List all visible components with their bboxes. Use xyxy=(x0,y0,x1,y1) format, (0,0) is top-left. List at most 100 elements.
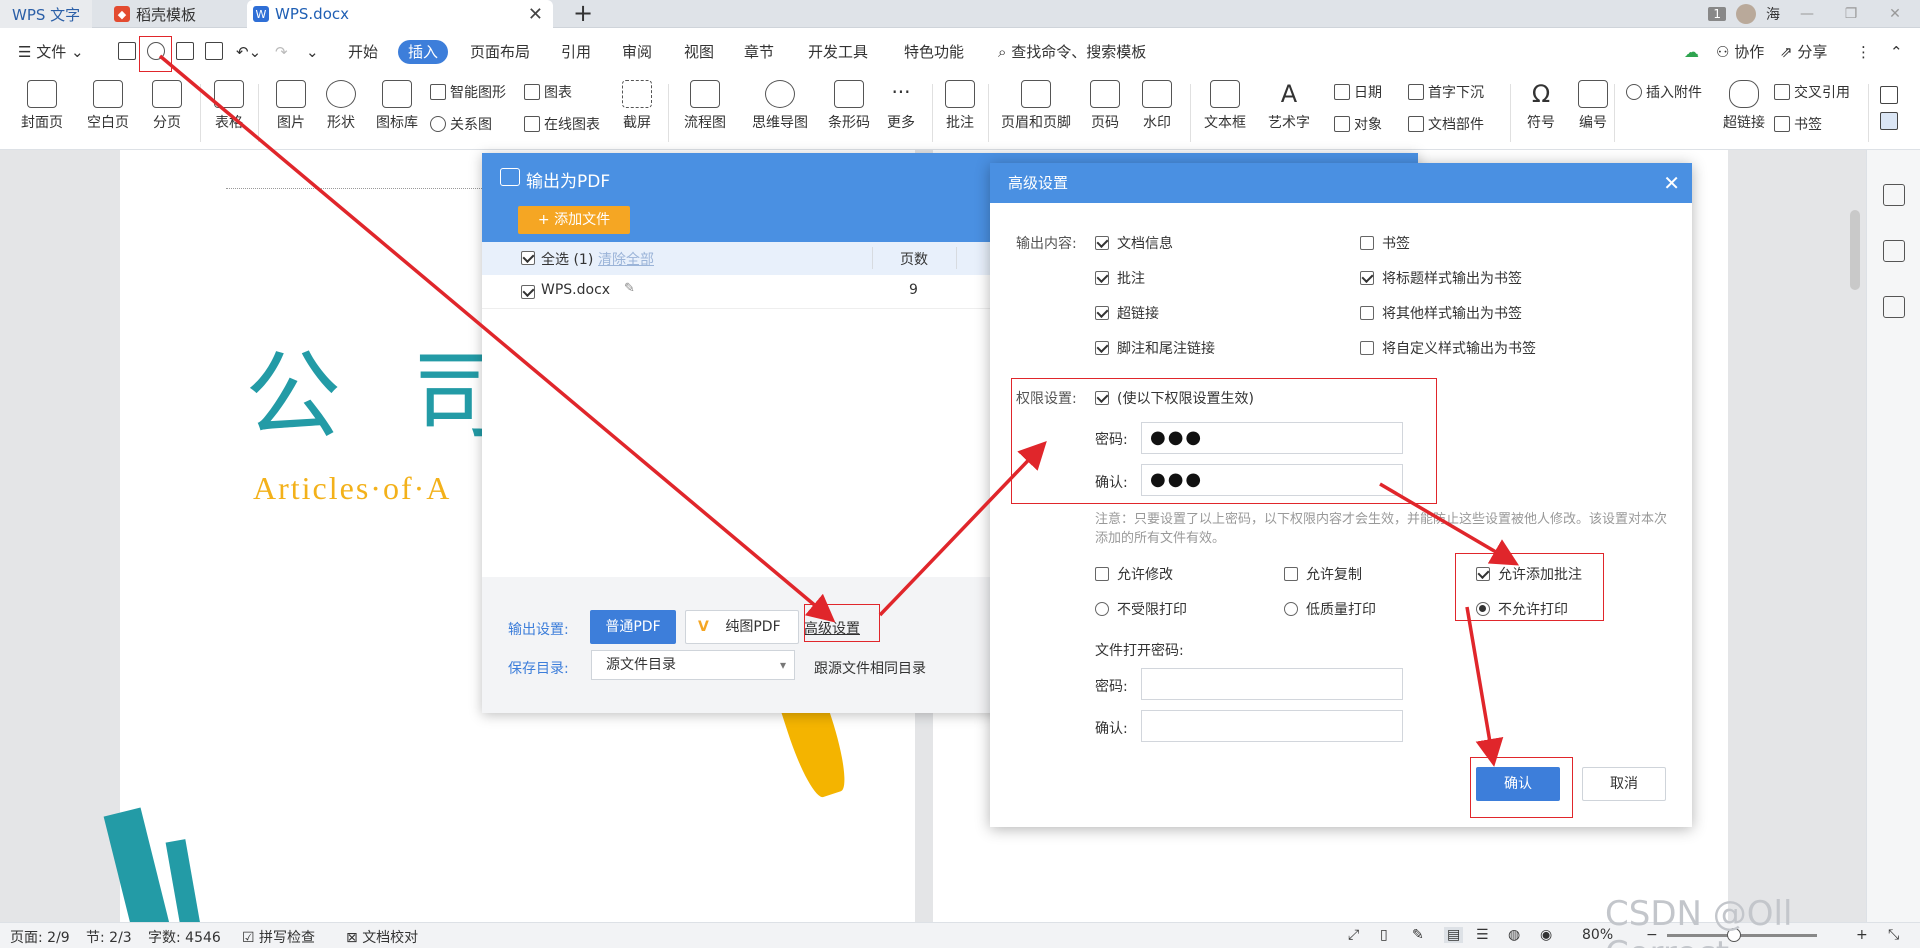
checkbox[interactable] xyxy=(1095,236,1109,250)
select-all-checkbox[interactable] xyxy=(521,251,535,265)
cross-reference-button[interactable]: 交叉引用 xyxy=(1774,82,1850,102)
page-break-button[interactable]: 分页 xyxy=(142,78,192,132)
checkbox[interactable] xyxy=(1360,236,1374,250)
tab-wps-writer[interactable]: WPS 文字 xyxy=(0,0,92,28)
header-footer-button[interactable]: 页眉和页脚 xyxy=(996,78,1076,132)
minimize-icon[interactable]: — xyxy=(1790,6,1824,22)
eye-protect-icon[interactable]: ◉ xyxy=(1540,927,1552,943)
settings-sliders-icon[interactable] xyxy=(1882,296,1905,318)
radio[interactable] xyxy=(1095,602,1109,616)
picture-button[interactable]: 图片 xyxy=(268,78,314,132)
print-unlimited-option[interactable]: 不受限打印 xyxy=(1095,599,1187,619)
more-icon[interactable]: ⋮ xyxy=(1856,40,1871,64)
outline-view-icon[interactable]: ☰ xyxy=(1476,927,1489,943)
tab-daoke-template[interactable]: ◆ 稻壳模板 xyxy=(108,0,233,28)
checkbox[interactable] xyxy=(1095,567,1109,581)
opt-bookmarks[interactable]: 书签 xyxy=(1360,233,1410,253)
table-button[interactable]: 表格 xyxy=(206,78,252,132)
online-chart-button[interactable]: 在线图表 xyxy=(524,114,600,134)
file-menu[interactable]: ☰ 文件 ⌄ xyxy=(18,40,84,64)
cancel-button[interactable]: 取消 xyxy=(1582,767,1666,801)
avatar[interactable] xyxy=(1736,4,1756,24)
smart-art-button[interactable]: 智能图形 xyxy=(430,82,506,102)
close-icon[interactable]: ✕ xyxy=(528,4,543,25)
edit-icon[interactable]: ✎ xyxy=(624,281,635,296)
clear-all-link[interactable]: 清除全部 xyxy=(598,249,654,269)
relation-chart-button[interactable]: 关系图 xyxy=(430,114,492,134)
print-low-quality-option[interactable]: 低质量打印 xyxy=(1284,599,1376,619)
close-icon[interactable]: ✕ xyxy=(1663,163,1680,203)
checkbox[interactable] xyxy=(1284,567,1298,581)
maximize-icon[interactable]: ❐ xyxy=(1834,6,1868,22)
checkbox[interactable] xyxy=(1095,306,1109,320)
share-button[interactable]: ⇗ 分享 xyxy=(1780,40,1827,64)
icon-library-button[interactable]: 图标库 xyxy=(370,78,424,132)
pen-icon[interactable] xyxy=(1882,184,1905,206)
drop-cap-button[interactable]: 首字下沉 xyxy=(1408,82,1484,102)
word-art-button[interactable]: A 艺术字 xyxy=(1260,78,1318,132)
more-button[interactable]: ··· 更多 xyxy=(878,78,924,132)
menu-start[interactable]: 开始 xyxy=(348,40,378,64)
status-page[interactable]: 页面: 2/9 xyxy=(10,927,70,947)
open-password-field[interactable] xyxy=(1141,668,1403,700)
menu-page-layout[interactable]: 页面布局 xyxy=(470,40,530,64)
numbering-button[interactable]: 编号 xyxy=(1570,78,1616,132)
save-icon[interactable] xyxy=(118,42,136,60)
screenshot-button[interactable]: 截屏 xyxy=(614,78,660,132)
document-subtitle[interactable]: Articles·of·A xyxy=(253,470,451,507)
web-view-icon[interactable]: ◍ xyxy=(1508,927,1520,943)
menu-dev-tools[interactable]: 开发工具 xyxy=(808,40,868,64)
symbol-button[interactable]: Ω 符号 xyxy=(1518,78,1564,132)
save-dir-select[interactable]: 源文件目录 xyxy=(591,650,795,680)
collapse-ribbon-icon[interactable]: ⌃ xyxy=(1890,40,1903,64)
spell-check-button[interactable]: ☑ 拼写检查 xyxy=(242,927,315,947)
notification-badge[interactable]: 1 xyxy=(1708,7,1726,21)
doc-proof-button[interactable]: ⊠ 文档校对 xyxy=(346,927,418,947)
shape-button[interactable]: 形状 xyxy=(318,78,364,132)
opt-custom-style-bookmarks[interactable]: 将自定义样式输出为书签 xyxy=(1360,338,1536,358)
watermark-button[interactable]: 水印 xyxy=(1134,78,1180,132)
flowchart-button[interactable]: 流程图 xyxy=(676,78,734,132)
checkbox[interactable] xyxy=(1095,271,1109,285)
page-view-icon[interactable]: ▤ xyxy=(1444,927,1464,943)
comment-button[interactable]: 批注 xyxy=(940,78,980,132)
status-word-count[interactable]: 字数: 4546 xyxy=(148,927,221,947)
open-confirm-field[interactable] xyxy=(1141,710,1403,742)
opt-doc-info[interactable]: 文档信息 xyxy=(1095,233,1173,253)
checkbox[interactable] xyxy=(1360,341,1374,355)
file-checkbox[interactable] xyxy=(521,285,535,299)
opt-heading-bookmarks[interactable]: 将标题样式输出为书签 xyxy=(1360,268,1522,288)
checkbox[interactable] xyxy=(1095,341,1109,355)
page-number-button[interactable]: 页码 xyxy=(1082,78,1128,132)
radio[interactable] xyxy=(1284,602,1298,616)
object-button[interactable]: 对象 xyxy=(1334,114,1382,134)
tab-wps-docx[interactable]: W WPS.docx ✕ xyxy=(247,0,553,28)
window-close-icon[interactable]: ✕ xyxy=(1878,6,1912,22)
opt-comments[interactable]: 批注 xyxy=(1095,268,1145,288)
bookmark-button[interactable]: 书签 xyxy=(1774,114,1822,134)
barcode-button[interactable]: 条形码 xyxy=(824,78,874,132)
command-search[interactable]: ⌕ 查找命令、搜索模板 xyxy=(998,40,1146,64)
doc-parts-button[interactable]: 文档部件 xyxy=(1408,114,1484,134)
pure-image-pdf-button[interactable]: V 纯图PDF xyxy=(685,610,799,644)
add-file-button[interactable]: + 添加文件 xyxy=(518,206,630,234)
normal-pdf-button[interactable]: 普通PDF xyxy=(590,610,676,644)
checkbox[interactable] xyxy=(1360,271,1374,285)
date-button[interactable]: 日期 xyxy=(1334,82,1382,102)
undo-icon[interactable]: ↶⌄ xyxy=(236,40,261,64)
menu-insert[interactable]: 插入 xyxy=(398,40,449,64)
scroll-thumb[interactable] xyxy=(1850,210,1860,290)
side-panel-toggle-icon[interactable] xyxy=(1880,86,1898,104)
opt-footnote-links[interactable]: 脚注和尾注链接 xyxy=(1095,338,1215,358)
opt-hyperlink[interactable]: 超链接 xyxy=(1095,303,1159,323)
menu-features[interactable]: 特色功能 xyxy=(904,40,964,64)
textbox-button[interactable]: 文本框 xyxy=(1196,78,1254,132)
menu-chapter[interactable]: 章节 xyxy=(744,40,774,64)
side-panel-active-icon[interactable] xyxy=(1880,112,1898,130)
fullscreen-icon[interactable]: ⤢ xyxy=(1348,927,1359,943)
redo-icon[interactable]: ↷ xyxy=(275,40,288,64)
cover-page-button[interactable]: 封面页 xyxy=(12,78,72,132)
allow-copy-option[interactable]: 允许复制 xyxy=(1284,564,1362,584)
print-icon[interactable] xyxy=(176,42,194,60)
menu-view[interactable]: 视图 xyxy=(684,40,714,64)
